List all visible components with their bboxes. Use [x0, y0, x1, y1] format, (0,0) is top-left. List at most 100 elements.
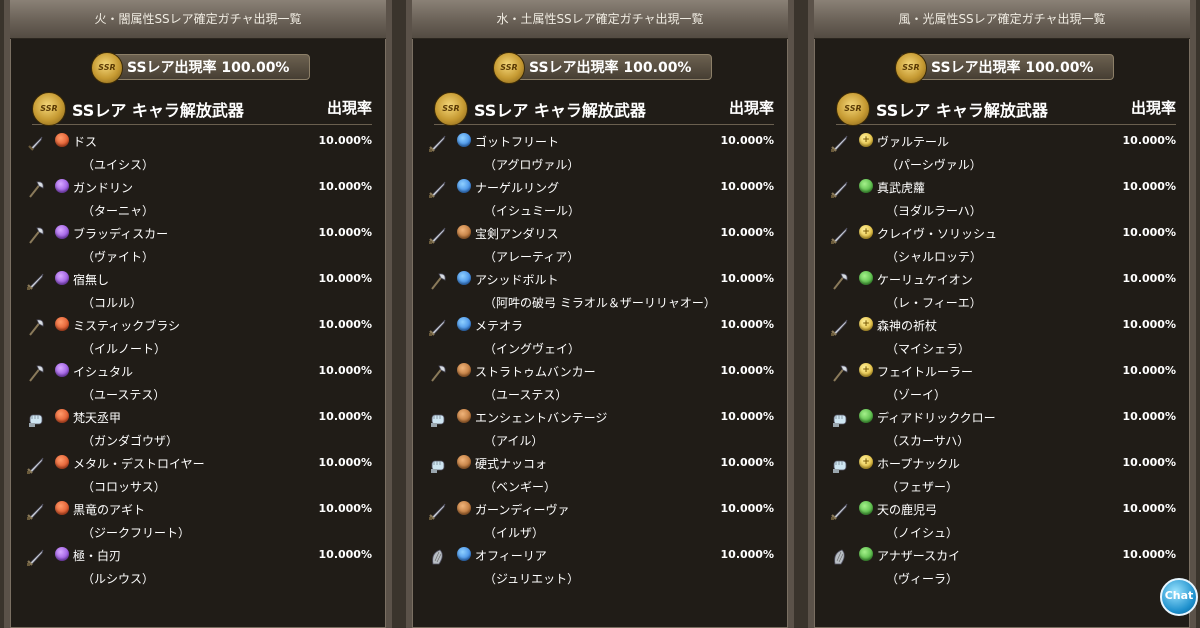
- axe-icon: [428, 363, 448, 383]
- appearance-rate: 10.000%: [1122, 272, 1176, 285]
- list-item: ストラトゥムバンカー （ユーステス） 10.000%: [412, 360, 788, 406]
- fire-element-icon: [55, 501, 69, 515]
- appearance-rate: 10.000%: [1122, 318, 1176, 331]
- sword-icon: [26, 547, 46, 567]
- weapon-name: ナーゲルリング: [475, 181, 560, 195]
- rate-column-header: 出現率: [1130, 99, 1176, 117]
- character-name: （イルノート）: [82, 342, 167, 356]
- list-item: 真武虎蘿 （ヨダルラーハ） 10.000%: [814, 176, 1190, 222]
- list-item: ミスティックブラシ （イルノート） 10.000%: [10, 314, 386, 360]
- ssr-rate-label: SSレア出現率 100.00%: [529, 60, 692, 76]
- character-name: （アイル）: [484, 434, 544, 448]
- item-list: ゴットフリート （アグロヴァル） 10.000% ナーゲルリング （イシュミール） 10.…: [412, 130, 788, 590]
- list-item: 宝剣アンダリス （アレーティア） 10.000%: [412, 222, 788, 268]
- dagger-icon: [26, 133, 46, 153]
- list-item: + フェイトルーラー （ゾーイ） 10.000%: [814, 360, 1190, 406]
- weapon-name: ホープナックル: [877, 457, 960, 471]
- weapon-name: ゴットフリート: [475, 135, 560, 149]
- character-name: （パーシヴァル）: [886, 158, 982, 172]
- dark-element-icon: [55, 547, 69, 561]
- gacha-list-panel-fire-dark: 火・闇属性SSレア確定ガチャ出現一覧 SSR SSレア出現率 100.00% S…: [4, 0, 392, 628]
- list-item: 黒竜のアギト （ジークフリート） 10.000%: [10, 498, 386, 544]
- character-name: （ユーステス）: [484, 388, 568, 402]
- character-name: （ジュリエット）: [484, 572, 580, 586]
- fist-icon: [26, 409, 46, 429]
- sword-icon: [428, 179, 448, 199]
- rate-column-header: 出現率: [728, 99, 774, 117]
- appearance-rate: 10.000%: [318, 180, 372, 193]
- list-item: ディアドリッククロー （スカーサハ） 10.000%: [814, 406, 1190, 452]
- list-item: メテオラ （イングヴェイ） 10.000%: [412, 314, 788, 360]
- ssr-badge-icon: SSR: [836, 92, 870, 126]
- weapon-name: 真武虎蘿: [877, 181, 926, 195]
- weapon-name: ヴァルテール: [877, 135, 950, 149]
- light-element-icon: +: [859, 363, 873, 377]
- water-element-icon: [457, 133, 471, 147]
- ssr-rate-label: SSレア出現率 100.00%: [931, 60, 1094, 76]
- appearance-rate: 10.000%: [318, 456, 372, 469]
- list-title: SSレア キャラ解放武器: [474, 101, 646, 120]
- fire-element-icon: [55, 133, 69, 147]
- fist-icon: [830, 409, 850, 429]
- weapon-name: イシュタル: [73, 365, 134, 379]
- earth-element-icon: [457, 409, 471, 423]
- sword-icon: [428, 225, 448, 245]
- harp-icon: [428, 547, 448, 567]
- weapon-name: 天の鹿児弓: [877, 503, 938, 517]
- ssr-badge-icon: SSR: [32, 92, 66, 126]
- list-item: アナザースカイ （ヴィーラ） 10.000%: [814, 544, 1190, 590]
- character-name: （ヨダルラーハ）: [886, 204, 982, 218]
- appearance-rate: 10.000%: [720, 318, 774, 331]
- appearance-rate: 10.000%: [318, 134, 372, 147]
- weapon-name: フェイトルーラー: [877, 365, 974, 379]
- dark-element-icon: [55, 271, 69, 285]
- wind-element-icon: [859, 179, 873, 193]
- earth-element-icon: [457, 501, 471, 515]
- list-header: SSR SSレア キャラ解放武器 出現率: [434, 92, 774, 126]
- appearance-rate: 10.000%: [1122, 502, 1176, 515]
- weapon-name: 森神の祈杖: [877, 319, 938, 333]
- panel-title: 水・土属性SSレア確定ガチャ出現一覧: [412, 0, 788, 39]
- dark-element-icon: [55, 179, 69, 193]
- axe-icon: [26, 225, 46, 245]
- list-item: エンシェントバンテージ （アイル） 10.000%: [412, 406, 788, 452]
- ssr-badge-icon: SSR: [434, 92, 468, 126]
- weapon-name: 極・白刃: [73, 549, 122, 563]
- item-list: ドス （ユイシス） 10.000% ガンドリン （ターニャ） 10.000% ブラッディスカ…: [10, 130, 386, 590]
- character-name: （フェザー）: [886, 480, 959, 494]
- sword-icon: [26, 501, 46, 521]
- sword-icon: [830, 133, 850, 153]
- weapon-name: メテオラ: [475, 319, 524, 333]
- list-item: イシュタル （ユーステス） 10.000%: [10, 360, 386, 406]
- ssr-badge-icon: SSR: [895, 52, 927, 84]
- weapon-name: 黒竜のアギト: [73, 503, 146, 517]
- list-item: ナーゲルリング （イシュミール） 10.000%: [412, 176, 788, 222]
- sword-icon: [428, 317, 448, 337]
- panel-title: 風・光属性SSレア確定ガチャ出現一覧: [814, 0, 1190, 39]
- list-item: + ホープナックル （フェザー） 10.000%: [814, 452, 1190, 498]
- axe-icon: [830, 363, 850, 383]
- character-name: （イングヴェイ）: [484, 342, 581, 356]
- appearance-rate: 10.000%: [318, 272, 372, 285]
- list-item: 宿無し （コルル） 10.000%: [10, 268, 386, 314]
- list-item: ケーリュケイオン （レ・フィーエ） 10.000%: [814, 268, 1190, 314]
- weapon-name: アナザースカイ: [877, 549, 961, 563]
- appearance-rate: 10.000%: [720, 272, 774, 285]
- list-item: 梵天丞甲 （ガンダゴウザ） 10.000%: [10, 406, 386, 452]
- panel-title: 火・闇属性SSレア確定ガチャ出現一覧: [10, 0, 386, 39]
- appearance-rate: 10.000%: [318, 548, 372, 561]
- character-name: （マイシェラ）: [886, 342, 971, 356]
- appearance-rate: 10.000%: [318, 502, 372, 515]
- dark-element-icon: [55, 225, 69, 239]
- character-name: （シャルロッテ）: [886, 250, 983, 264]
- sword-icon: [830, 317, 850, 337]
- character-name: （ノイシュ）: [886, 526, 959, 540]
- fist-icon: [428, 455, 448, 475]
- gacha-list-panel-wind-light: 風・光属性SSレア確定ガチャ出現一覧 SSR SSレア出現率 100.00% S…: [808, 0, 1196, 628]
- axe-icon: [428, 271, 448, 291]
- sword-icon: [26, 455, 46, 475]
- sword-icon: [428, 133, 448, 153]
- weapon-name: ストラトゥムバンカー: [475, 365, 596, 379]
- appearance-rate: 10.000%: [1122, 456, 1176, 469]
- chat-button[interactable]: Chat: [1160, 578, 1198, 616]
